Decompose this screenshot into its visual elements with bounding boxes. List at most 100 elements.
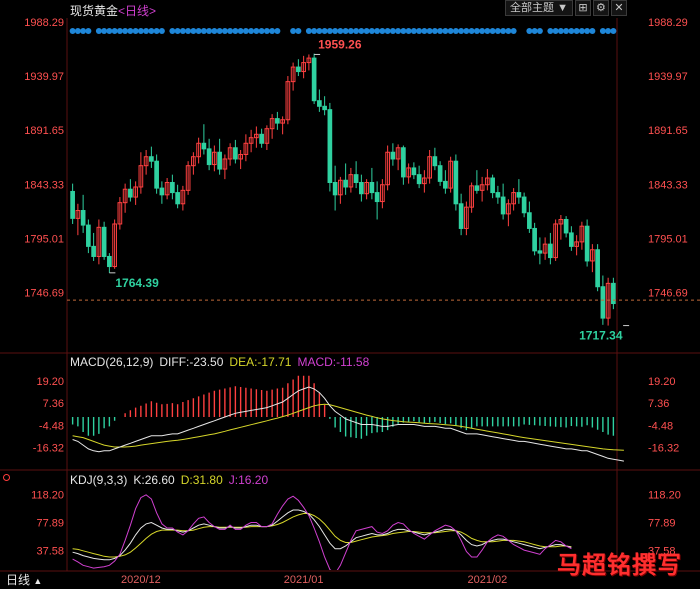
candle-body [537, 250, 543, 254]
candle-body [390, 151, 396, 160]
event-dot [358, 28, 365, 34]
event-dot [468, 28, 475, 34]
y-tick-left: 1891.65 [24, 125, 64, 137]
extreme-label: 1959.26 [318, 37, 362, 51]
candle-body [401, 147, 406, 178]
event-dot [274, 28, 281, 34]
candle-body [474, 185, 480, 191]
event-dot [599, 28, 606, 34]
candle-body [70, 190, 75, 219]
candle-body [548, 243, 553, 259]
event-dot [80, 28, 87, 34]
event-dot [232, 28, 239, 34]
candle-body [353, 174, 359, 183]
theme-select[interactable]: 全部主题 ▼ [505, 0, 573, 16]
event-dot [290, 28, 297, 34]
event-dot [326, 28, 333, 34]
candle-body [206, 148, 212, 166]
chevron-down-icon: ▼ [557, 2, 568, 14]
candle-body [527, 212, 532, 229]
macd-y-tick-right: -16.32 [648, 443, 679, 455]
event-dot [452, 28, 459, 34]
candle-body [374, 192, 380, 203]
event-dot [263, 28, 270, 34]
indicator-marker-icon [3, 474, 10, 481]
event-dot [242, 28, 249, 34]
event-dot [442, 28, 449, 34]
event-dot [500, 28, 507, 34]
candle-body [500, 196, 506, 215]
candle-body [563, 218, 569, 234]
x-axis-label: 2021/01 [284, 574, 324, 586]
event-dot [237, 28, 244, 34]
macd-y-tick-left: -16.32 [33, 443, 64, 455]
settings-icon[interactable]: ⚙ [592, 0, 609, 16]
event-dot [122, 28, 129, 34]
close-icon[interactable]: ✕ [610, 0, 627, 16]
candle-body [91, 245, 96, 257]
event-dot [447, 28, 454, 34]
kdj-k-line [72, 509, 572, 561]
event-dot [321, 28, 328, 34]
macd-y-tick-right: 7.36 [648, 398, 669, 410]
candle-body [495, 192, 501, 198]
x-axis-label: 2021/02 [467, 574, 507, 586]
kdj-j-value: J:16.20 [228, 473, 269, 487]
period-tab-label: 日线 [6, 573, 31, 587]
candle-body [490, 177, 495, 194]
event-dot [463, 28, 470, 34]
event-dot [489, 28, 496, 34]
candle-body [80, 210, 86, 226]
candle-body [521, 196, 527, 214]
candle-body [296, 66, 301, 73]
candle-body [569, 232, 574, 247]
candle-body [86, 224, 91, 247]
x-axis-label: 2020/12 [121, 574, 161, 586]
period-tab[interactable]: 日线 ▲ [0, 572, 42, 588]
y-tick-right: 1795.01 [648, 234, 688, 246]
event-dot [363, 28, 370, 34]
event-dot [605, 28, 612, 34]
candle-body [154, 160, 159, 189]
event-dot [342, 28, 349, 34]
event-dot [384, 28, 391, 34]
candle-body [595, 249, 600, 288]
event-dot [578, 28, 585, 34]
y-tick-left: 1939.97 [24, 71, 64, 83]
event-dot [111, 28, 118, 34]
event-dot [69, 28, 76, 34]
kdj-k-value: K:26.60 [133, 473, 175, 487]
event-dot [85, 28, 92, 34]
candle-body [217, 151, 222, 170]
grid-icon[interactable]: ⊞ [574, 0, 591, 16]
period-label[interactable]: <日线> [118, 4, 156, 18]
candle-body [359, 182, 364, 195]
candle-body [101, 226, 107, 257]
event-dot [405, 28, 412, 34]
macd-dea-line [72, 403, 624, 451]
y-tick-right: 1891.65 [648, 125, 688, 137]
kdj-y-tick-left: 37.58 [36, 545, 64, 557]
candle-body [259, 133, 264, 144]
y-tick-left: 1843.33 [24, 179, 64, 191]
event-dot [316, 28, 323, 34]
toolbar: 全部主题 ▼ ⊞ ⚙ ✕ [503, 0, 627, 16]
y-tick-left: 1988.29 [24, 17, 64, 29]
event-dot [584, 28, 591, 34]
watermark: 马超铭撰写 [557, 552, 682, 579]
event-dot [295, 28, 302, 34]
event-dot [526, 28, 533, 34]
candle-body [432, 156, 438, 167]
macd-macd-value: MACD:-11.58 [297, 355, 370, 369]
event-dot [190, 28, 197, 34]
event-dot [431, 28, 438, 34]
event-dot [116, 28, 123, 34]
candle-body [159, 187, 165, 196]
macd-title: MACD(26,12,9) [70, 355, 154, 369]
event-dot [494, 28, 501, 34]
macd-diff-value: DIFF:-23.50 [159, 355, 224, 369]
event-dot [337, 28, 344, 34]
candle-body [128, 188, 133, 198]
event-dot [536, 28, 543, 34]
event-dot [426, 28, 433, 34]
